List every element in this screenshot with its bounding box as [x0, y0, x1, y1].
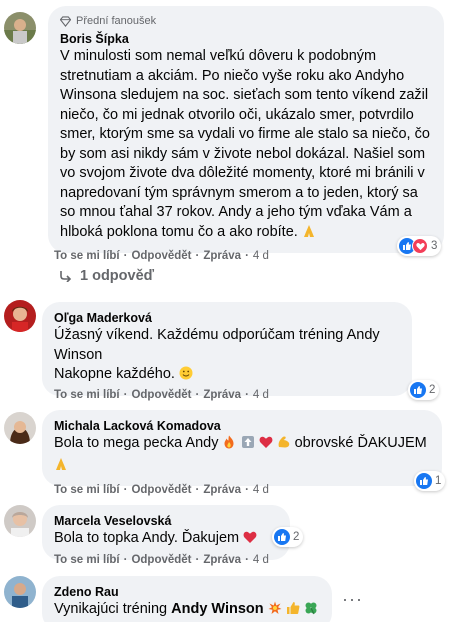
avatar-photo	[4, 300, 36, 332]
reaction-summary[interactable]: 2	[408, 380, 440, 400]
badge-label: Přední fanoušek	[76, 15, 157, 27]
reaction-summary[interactable]: 3	[397, 236, 442, 256]
separator: ·	[245, 389, 249, 401]
reaction-count: 2	[293, 531, 300, 543]
comment-text-line-2: Nakopne každého.	[54, 365, 400, 387]
separator: ·	[245, 554, 249, 566]
avatar-photo	[4, 12, 36, 44]
smiling-face-icon	[179, 366, 193, 387]
reply-link[interactable]: Odpovědět	[131, 389, 191, 401]
separator: ·	[245, 484, 249, 496]
timestamp[interactable]: 4 d	[253, 484, 269, 496]
comment-bubble: Přední fanoušek Boris Šípka V minulosti …	[48, 6, 444, 253]
replies-label: 1 odpověď	[80, 268, 155, 284]
like-icon	[274, 529, 290, 545]
comment-actions: To se mi líbí · Odpovědět · Zpráva · 4 d	[54, 484, 269, 496]
comment-text-body: Bola to topka Andy. Ďakujem	[54, 530, 240, 546]
love-icon	[412, 238, 428, 254]
message-link[interactable]: Zpráva	[203, 484, 241, 496]
view-replies-button[interactable]: 1 odpověď	[60, 268, 154, 284]
message-link[interactable]: Zpráva	[203, 554, 241, 566]
reply-link[interactable]: Odpovědět	[131, 554, 191, 566]
reaction-count: 2	[429, 384, 436, 396]
comment-text-body: Nakopne každého.	[54, 366, 175, 382]
like-link[interactable]: To se mi líbí	[54, 389, 120, 401]
mentioned-name[interactable]: Andy Winson	[171, 601, 264, 617]
comment-bubble: Marcela Veselovská Bola to topka Andy. Ď…	[42, 505, 290, 560]
comment-author[interactable]: Oľga Maderková	[54, 310, 400, 326]
separator: ·	[195, 484, 200, 496]
reaction-summary[interactable]: 1	[414, 471, 446, 491]
comment-bubble: Michala Lacková Komadova Bola to mega pe…	[42, 410, 442, 486]
comment-actions: To se mi líbí · Odpovědět · Zpráva · 4 d	[54, 389, 269, 401]
timestamp[interactable]: 4 d	[253, 389, 269, 401]
diamond-icon	[60, 15, 71, 27]
message-link[interactable]: Zpráva	[203, 250, 241, 262]
like-link[interactable]: To se mi líbí	[54, 554, 120, 566]
separator: ·	[123, 484, 128, 496]
reaction-summary[interactable]: 2	[272, 527, 304, 547]
comment-text-body: Bola to mega pecka Andy	[54, 435, 219, 451]
comment-author[interactable]: Marcela Veselovská	[54, 513, 278, 529]
like-link[interactable]: To se mi líbí	[54, 250, 120, 262]
fire-icon	[222, 435, 236, 456]
folded-hands-icon	[302, 224, 316, 245]
upwards-arrow-icon	[241, 435, 255, 456]
reply-link[interactable]: Odpovědět	[131, 484, 191, 496]
thumbs-up-icon	[286, 601, 300, 622]
avatar-photo	[4, 505, 36, 537]
comment-author[interactable]: Boris Šípka	[60, 31, 432, 47]
reply-link[interactable]: Odpovědět	[131, 250, 191, 262]
heart-icon	[259, 435, 273, 456]
comment-text-body: Vynikajúci tréning	[54, 601, 168, 617]
reaction-count: 1	[435, 475, 442, 487]
comment-text-line: Úžasný víkend. Každému odporúčam tréning…	[54, 327, 380, 363]
avatar-photo	[4, 412, 36, 444]
more-options-button[interactable]: ···	[342, 590, 363, 608]
comment-actions: To se mi líbí · Odpovědět · Zpráva · 4 d	[54, 250, 269, 262]
comment-bubble: Zdeno Rau Vynikajúci tréning Andy Winson	[42, 576, 332, 622]
avatar[interactable]	[4, 505, 36, 537]
folded-hands-icon	[54, 457, 68, 478]
comment-text: Úžasný víkend. Každému odporúčam tréning…	[54, 326, 400, 387]
comment-actions: To se mi líbí · Odpovědět · Zpráva · 4 d	[54, 554, 269, 566]
avatar[interactable]	[4, 412, 36, 444]
separator: ·	[195, 554, 200, 566]
message-link[interactable]: Zpráva	[203, 389, 241, 401]
separator: ·	[195, 250, 200, 262]
comment-text: Bola to mega pecka Andy obrovské ĎAKUJEM	[54, 434, 430, 477]
like-link[interactable]: To se mi líbí	[54, 484, 120, 496]
avatar[interactable]	[4, 576, 36, 608]
avatar[interactable]	[4, 300, 36, 332]
timestamp[interactable]: 4 d	[253, 554, 269, 566]
reaction-count: 3	[431, 240, 438, 252]
comment-text: V minulosti som nemal veľkú dôveru k pod…	[60, 47, 432, 244]
comment-text: Vynikajúci tréning Andy Winson	[54, 600, 320, 622]
comment-text: Bola to topka Andy. Ďakujem	[54, 529, 278, 551]
separator: ·	[123, 389, 128, 401]
reply-arrow-icon	[60, 271, 72, 282]
timestamp[interactable]: 4 d	[253, 250, 269, 262]
comment-text-body: V minulosti som nemal veľkú dôveru k pod…	[60, 48, 430, 240]
four-leaf-clover-icon	[304, 601, 318, 622]
heart-icon	[243, 530, 257, 551]
collision-icon	[268, 601, 282, 622]
avatar[interactable]	[4, 12, 36, 44]
separator: ·	[245, 250, 249, 262]
comment-author[interactable]: Michala Lacková Komadova	[54, 418, 430, 434]
like-icon	[416, 473, 432, 489]
flexed-biceps-icon	[277, 435, 291, 456]
comment-text-body-2: obrovské ĎAKUJEM	[294, 435, 427, 451]
avatar-photo	[4, 576, 36, 608]
separator: ·	[195, 389, 200, 401]
separator: ·	[123, 250, 128, 262]
comment-bubble: Oľga Maderková Úžasný víkend. Každému od…	[42, 302, 412, 396]
comment-author[interactable]: Zdeno Rau	[54, 584, 320, 600]
top-fan-badge[interactable]: Přední fanoušek	[60, 14, 432, 28]
separator: ·	[123, 554, 128, 566]
like-icon	[410, 382, 426, 398]
